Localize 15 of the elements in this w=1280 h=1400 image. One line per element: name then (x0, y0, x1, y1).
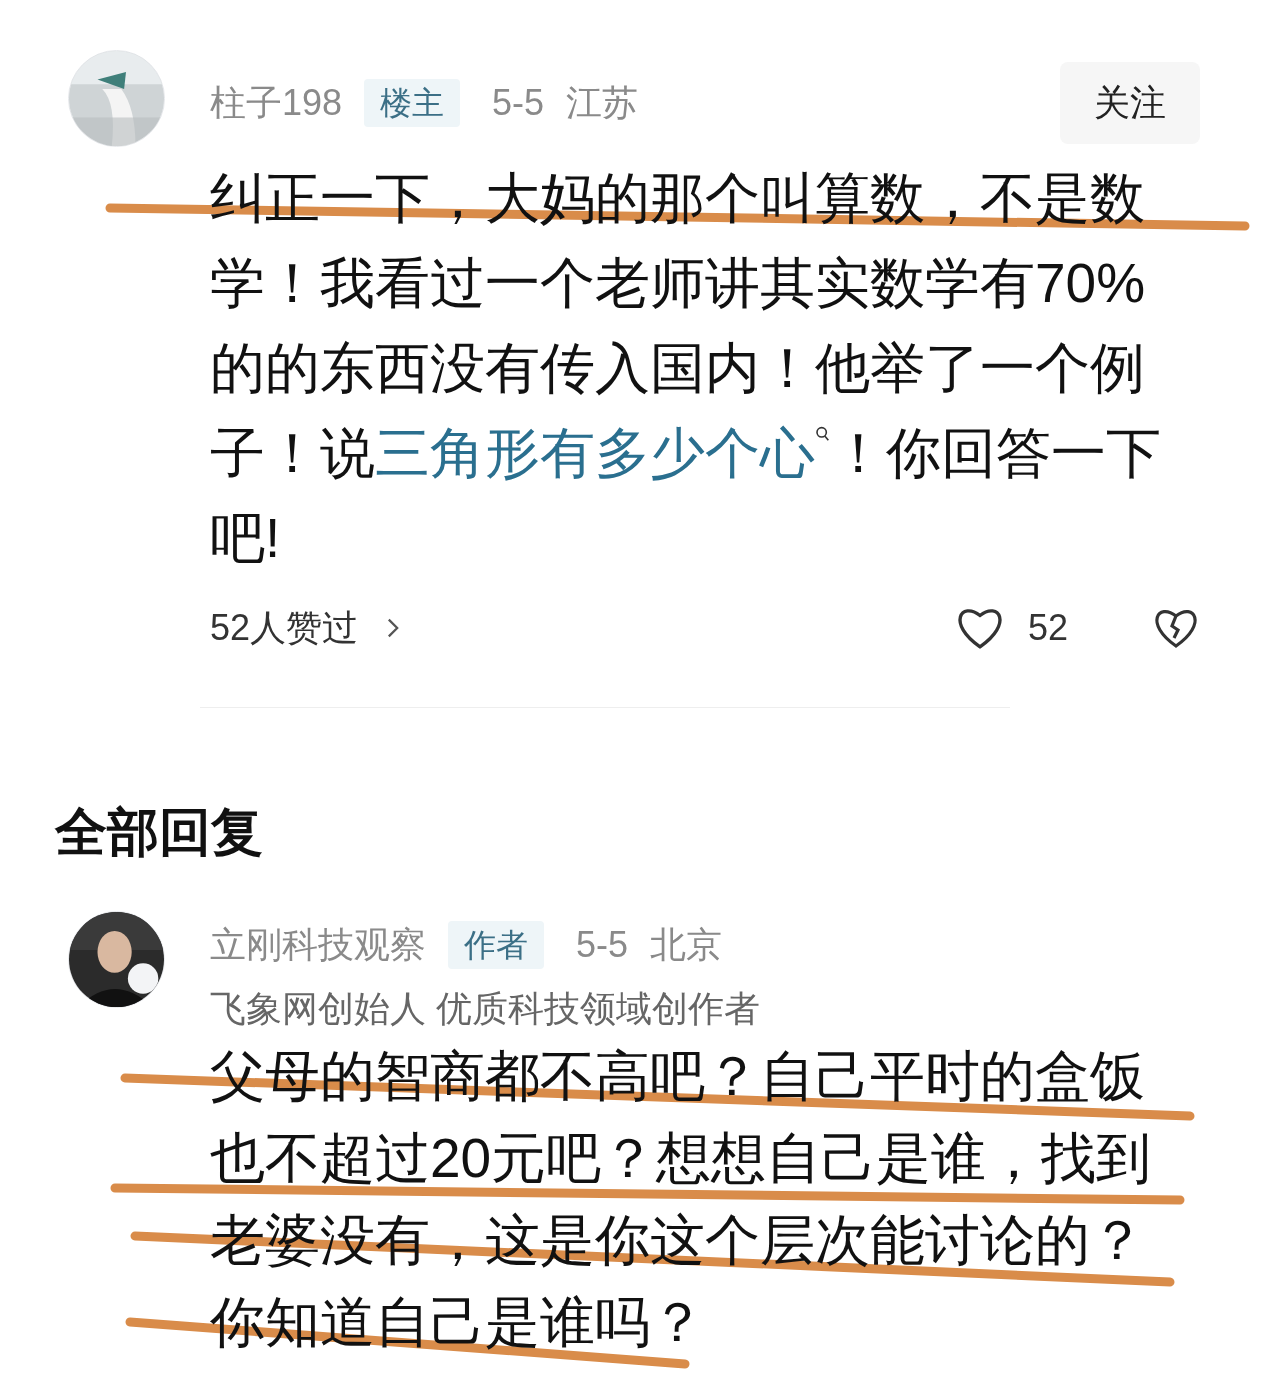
search-link[interactable]: 三角形有多少个心 (375, 422, 815, 484)
role-tag: 作者 (448, 921, 544, 969)
location-text: 江苏 (566, 85, 639, 121)
post-date: 5-5 (576, 927, 629, 963)
role-tag: 楼主 (364, 79, 461, 127)
author-name[interactable]: 柱子198 (210, 85, 343, 121)
chevron-right-icon (386, 616, 401, 640)
post-date: 5-5 (492, 85, 545, 121)
location-text: 北京 (650, 927, 723, 963)
like-count: 52 (1028, 606, 1070, 650)
author-bio: 飞象网创始人 优质科技领域创作者 (210, 991, 761, 1027)
likers-link[interactable]: 52人赞过 (210, 601, 359, 655)
author-name[interactable]: 立刚科技观察 (210, 927, 426, 963)
section-heading: 全部回复 (53, 802, 264, 863)
follow-button[interactable]: 关注 (1060, 62, 1200, 144)
